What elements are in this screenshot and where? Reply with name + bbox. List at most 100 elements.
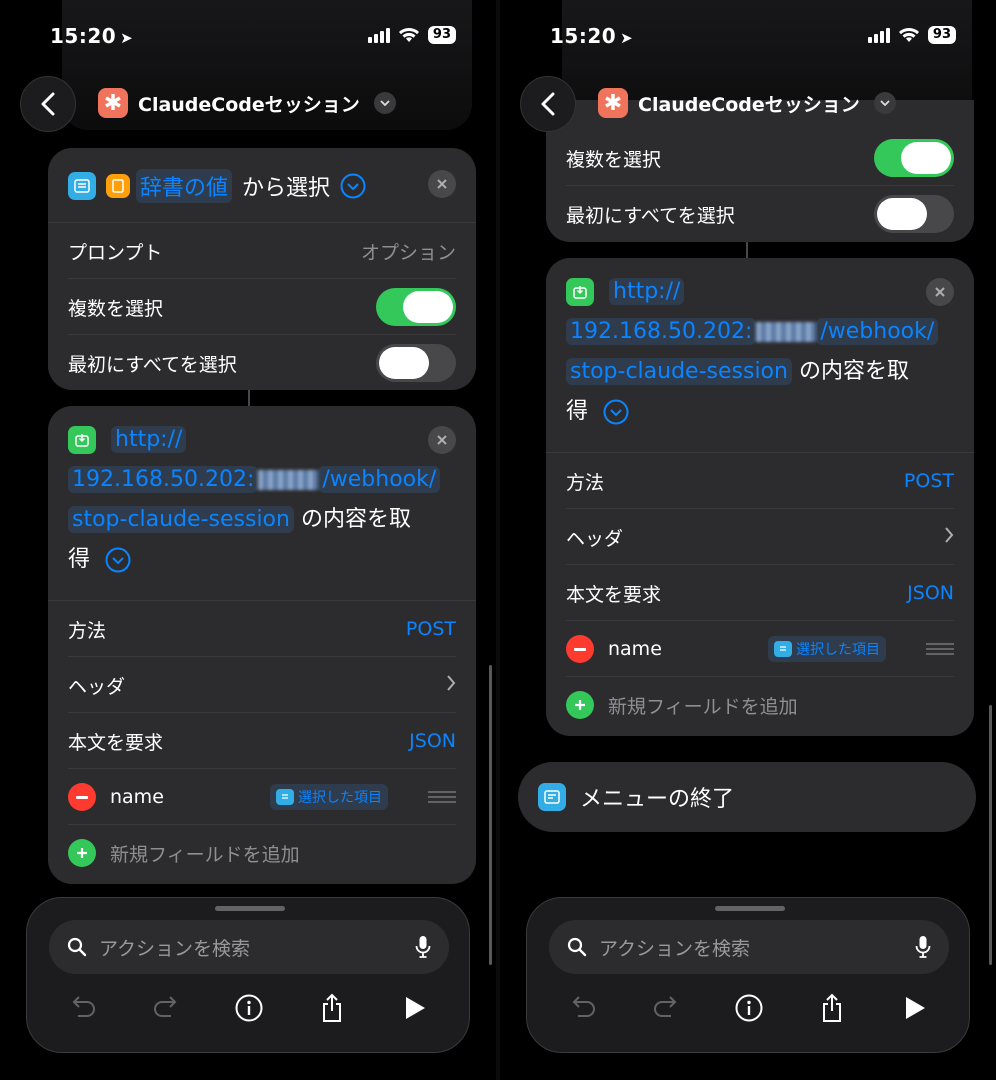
screen-right: 15:20 ➤ 93 複数を選択 最初にすべてを選択 ✱ ClaudeCodeセッ… bbox=[500, 0, 996, 1080]
minus-icon[interactable] bbox=[566, 635, 594, 663]
end-menu-action[interactable]: メニューの終了 bbox=[518, 762, 976, 832]
expand-chevron-icon[interactable] bbox=[105, 547, 131, 573]
method-row[interactable]: 方法 POST bbox=[48, 601, 476, 657]
expand-chevron-icon[interactable] bbox=[340, 173, 366, 199]
scroll-indicator[interactable] bbox=[489, 665, 492, 965]
method-row[interactable]: 方法 POST bbox=[546, 453, 974, 509]
redacted-port bbox=[756, 322, 817, 342]
drag-handle-icon[interactable] bbox=[926, 643, 954, 655]
search-input[interactable]: アクションを検索 bbox=[549, 920, 949, 974]
play-icon[interactable] bbox=[899, 992, 931, 1024]
asterisk-icon: ✱ bbox=[98, 88, 128, 118]
add-field-row[interactable]: 新規フィールドを追加 bbox=[546, 677, 974, 733]
flow-connector bbox=[746, 242, 748, 258]
status-time: 15:20 ➤ bbox=[50, 24, 134, 48]
select-all-toggle[interactable] bbox=[874, 195, 954, 233]
select-multiple-toggle[interactable] bbox=[874, 139, 954, 177]
redo-icon[interactable] bbox=[150, 992, 182, 1024]
url-expression[interactable]: http:// 192.168.50.202:/webhook/ stop-cl… bbox=[68, 420, 456, 580]
action-sheet: アクションを検索 bbox=[526, 897, 970, 1053]
headers-row[interactable]: ヘッダ bbox=[48, 657, 476, 713]
cellular-signal-icon bbox=[867, 27, 890, 43]
select-all-toggle[interactable] bbox=[376, 344, 456, 382]
chevron-down-icon[interactable] bbox=[373, 92, 396, 114]
mic-icon[interactable] bbox=[415, 935, 431, 959]
mic-icon[interactable] bbox=[915, 935, 931, 959]
plus-icon bbox=[566, 691, 594, 719]
sheet-handle[interactable] bbox=[715, 906, 785, 911]
redacted-port bbox=[258, 470, 319, 490]
shortcut-title[interactable]: ✱ ClaudeCodeセッション bbox=[98, 88, 396, 118]
sheet-handle[interactable] bbox=[215, 906, 285, 911]
back-button[interactable] bbox=[20, 76, 76, 132]
field-key[interactable]: name bbox=[608, 638, 662, 660]
scroll-indicator[interactable] bbox=[989, 705, 992, 965]
status-time: 15:20 ➤ bbox=[550, 24, 634, 48]
menu-end-icon bbox=[538, 783, 566, 811]
status-indicators: 93 bbox=[367, 26, 456, 44]
screen-left: 15:20 ➤ 93 ✱ ClaudeCodeセッション 辞書の値 から選択 プロ… bbox=[0, 0, 496, 1080]
back-button[interactable] bbox=[520, 76, 576, 132]
flow-connector bbox=[248, 390, 250, 406]
location-icon: ➤ bbox=[620, 29, 634, 47]
book-icon bbox=[106, 174, 130, 198]
add-field-row[interactable]: 新規フィールドを追加 bbox=[48, 825, 476, 881]
selected-item-token[interactable]: 選択した項目 bbox=[270, 784, 388, 810]
editor-toolbar bbox=[567, 992, 931, 1024]
drag-handle-icon[interactable] bbox=[428, 791, 456, 803]
back-chevron-icon bbox=[41, 92, 55, 116]
url-token: http:// bbox=[111, 426, 187, 453]
redo-icon[interactable] bbox=[650, 992, 682, 1024]
get-url-contents-card: http:// 192.168.50.202:/webhook/ stop-cl… bbox=[546, 258, 974, 736]
expand-chevron-icon[interactable] bbox=[603, 399, 629, 425]
editor-toolbar bbox=[67, 992, 431, 1024]
select-multiple-toggle[interactable] bbox=[376, 288, 456, 326]
wifi-icon bbox=[398, 28, 419, 42]
location-icon: ➤ bbox=[120, 29, 134, 47]
battery-indicator: 93 bbox=[927, 26, 956, 44]
select-all-row: 最初にすべてを選択 bbox=[546, 186, 974, 242]
play-icon[interactable] bbox=[399, 992, 431, 1024]
chevron-right-icon bbox=[944, 526, 954, 548]
action-sheet: アクションを検索 bbox=[26, 897, 470, 1053]
list-icon bbox=[276, 789, 294, 805]
close-icon[interactable] bbox=[428, 170, 456, 198]
selected-item-token[interactable]: 選択した項目 bbox=[768, 636, 886, 662]
back-chevron-icon bbox=[541, 92, 555, 116]
close-icon[interactable] bbox=[428, 426, 456, 454]
search-icon bbox=[67, 937, 87, 957]
dictionary-value-token[interactable]: 辞書の値 bbox=[106, 169, 233, 203]
search-icon bbox=[567, 937, 587, 957]
prompt-row[interactable]: プロンプト オプション bbox=[48, 223, 476, 279]
cellular-signal-icon bbox=[367, 27, 390, 43]
choose-from-action-card: 辞書の値 から選択 プロンプト オプション 複数を選択 最初にすべてを選択 bbox=[48, 148, 476, 390]
search-input[interactable]: アクションを検索 bbox=[49, 920, 449, 974]
undo-icon[interactable] bbox=[567, 992, 599, 1024]
undo-icon[interactable] bbox=[67, 992, 99, 1024]
shortcut-title-text: ClaudeCodeセッション bbox=[138, 93, 360, 116]
close-icon[interactable] bbox=[926, 278, 954, 306]
url-expression[interactable]: http:// 192.168.50.202:/webhook/ stop-cl… bbox=[566, 272, 954, 432]
choose-from-label: から選択 bbox=[242, 176, 331, 201]
minus-icon[interactable] bbox=[68, 783, 96, 811]
get-url-contents-card: http:// 192.168.50.202:/webhook/ stop-cl… bbox=[48, 406, 476, 884]
shortcut-title[interactable]: ✱ ClaudeCodeセッション bbox=[598, 88, 896, 118]
info-icon[interactable] bbox=[733, 992, 765, 1024]
share-icon[interactable] bbox=[816, 992, 848, 1024]
request-body-row[interactable]: 本文を要求 JSON bbox=[48, 713, 476, 769]
select-multiple-row: 複数を選択 bbox=[546, 130, 974, 186]
chevron-down-icon[interactable] bbox=[873, 92, 896, 114]
headers-row[interactable]: ヘッダ bbox=[546, 509, 974, 565]
request-body-row[interactable]: 本文を要求 JSON bbox=[546, 565, 974, 621]
share-icon[interactable] bbox=[316, 992, 348, 1024]
wifi-icon bbox=[898, 28, 919, 42]
battery-indicator: 93 bbox=[427, 26, 456, 44]
choose-from-action-card: 複数を選択 最初にすべてを選択 bbox=[546, 100, 974, 242]
list-icon bbox=[68, 172, 96, 200]
download-icon bbox=[566, 278, 594, 306]
asterisk-icon: ✱ bbox=[598, 88, 628, 118]
field-key[interactable]: name bbox=[110, 786, 164, 808]
field-row-name: name 選択した項目 bbox=[546, 621, 974, 677]
info-icon[interactable] bbox=[233, 992, 265, 1024]
select-all-row: 最初にすべてを選択 bbox=[48, 335, 476, 390]
